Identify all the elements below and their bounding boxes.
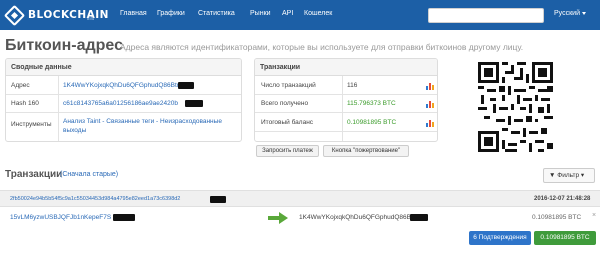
arrow-right-icon	[268, 212, 288, 224]
close-icon[interactable]: ×	[592, 212, 596, 219]
redaction	[113, 214, 135, 221]
hash160-value[interactable]: c61c8143765a6a01256186ae9ae2420b	[63, 100, 178, 107]
total-received-label: Всего получено	[261, 100, 309, 107]
language-label: Русский	[554, 10, 580, 17]
address-label: Адрес	[11, 82, 30, 89]
search-input[interactable]	[428, 8, 544, 23]
qr-code	[478, 62, 553, 152]
nav-home[interactable]: Главная	[120, 10, 147, 17]
redaction	[410, 214, 428, 221]
transaction-hash[interactable]: 2fb50024e94b5b54f5c9a1c55034453d984a4795…	[10, 196, 180, 202]
summary-header: Сводные данные	[6, 59, 241, 76]
redaction	[185, 100, 203, 107]
brand-subtitle: info	[87, 16, 95, 21]
page-title: Биткоин-адрес	[5, 37, 123, 54]
transactions-panel: Транзакции Число транзакций 116 Всего по…	[254, 58, 438, 142]
row-divider	[255, 131, 437, 132]
filter-icon: ▼	[549, 172, 558, 179]
column-divider	[58, 76, 59, 141]
transaction-header-row: 2fb50024e94b5b54f5c9a1c55034453d984a4795…	[0, 190, 600, 207]
column-divider	[342, 76, 343, 141]
amount-button[interactable]: 0.10981895 BTC	[534, 231, 596, 245]
nav-wallet[interactable]: Кошелек	[304, 10, 332, 17]
tx-count-value: 116	[347, 82, 358, 89]
page-subtitle: Адреса являются идентификаторами, которы…	[120, 42, 524, 52]
bar-chart-icon[interactable]	[426, 119, 434, 127]
redaction	[178, 82, 194, 89]
address-value[interactable]: 1K4WwYKojxqkQhDu6QFGphudQ86Btn	[63, 82, 180, 89]
nav-markets[interactable]: Рынки	[250, 10, 271, 17]
transactions-title: Транзакции	[5, 169, 63, 180]
row-divider	[255, 112, 437, 113]
to-address[interactable]: 1K4WwYKojxqkQhDu6QFGphudQ86Btn	[299, 214, 416, 221]
final-balance-label: Итоговый баланс	[261, 119, 314, 126]
final-balance-value: 0.10981895 BTC	[347, 119, 397, 126]
output-amount: 0.10981895 BTC	[532, 214, 582, 221]
nav-api[interactable]: API	[282, 10, 293, 17]
total-received-value: 115.796373 BTC	[347, 100, 396, 107]
bar-chart-icon[interactable]	[426, 100, 434, 108]
brand-logo[interactable]: BLOCKCHAIN	[3, 4, 109, 26]
top-navbar: BLOCKCHAIN info Главная Графики Статисти…	[0, 0, 600, 30]
request-payment-button[interactable]: Запросить платеж	[256, 145, 319, 157]
blockchain-cube-icon	[3, 4, 26, 26]
confirmations-button[interactable]: 6 Подтверждения	[469, 231, 531, 245]
filter-dropdown[interactable]: ▼ Фильтр ▾	[543, 168, 595, 183]
from-address[interactable]: 15vLM6yzwUSBJQFJb1nKepeF7S	[10, 214, 111, 221]
summary-panel: Сводные данные Адрес 1K4WwYKojxqkQhDu6QF…	[5, 58, 242, 142]
language-select[interactable]: Русский	[554, 10, 586, 17]
hash160-label: Hash 160	[11, 100, 39, 107]
filter-label: Фильтр	[557, 172, 580, 179]
row-divider	[255, 94, 437, 95]
row-divider	[6, 94, 241, 95]
chevron-down-icon	[581, 11, 586, 15]
redaction	[210, 196, 226, 203]
chevron-down-icon: ▾	[579, 172, 585, 179]
row-divider	[6, 112, 241, 113]
tx-count-label: Число транзакций	[261, 82, 316, 89]
nav-charts[interactable]: Графики	[157, 10, 185, 17]
sort-order-link[interactable]: (Сначала старые)	[60, 171, 118, 178]
transaction-date: 2016-12-07 21:48:28	[534, 196, 591, 202]
bar-chart-icon[interactable]	[426, 82, 434, 90]
brand-name: BLOCKCHAIN	[28, 9, 109, 21]
donation-button[interactable]: Кнопка "пожертвование"	[323, 145, 409, 157]
tools-label: Инструменты	[11, 121, 52, 128]
tools-links[interactable]: Анализ Taint - Связанные теги - Неизрасх…	[63, 117, 238, 135]
nav-stats[interactable]: Статистика	[198, 10, 235, 17]
transactions-header: Транзакции	[255, 59, 437, 76]
